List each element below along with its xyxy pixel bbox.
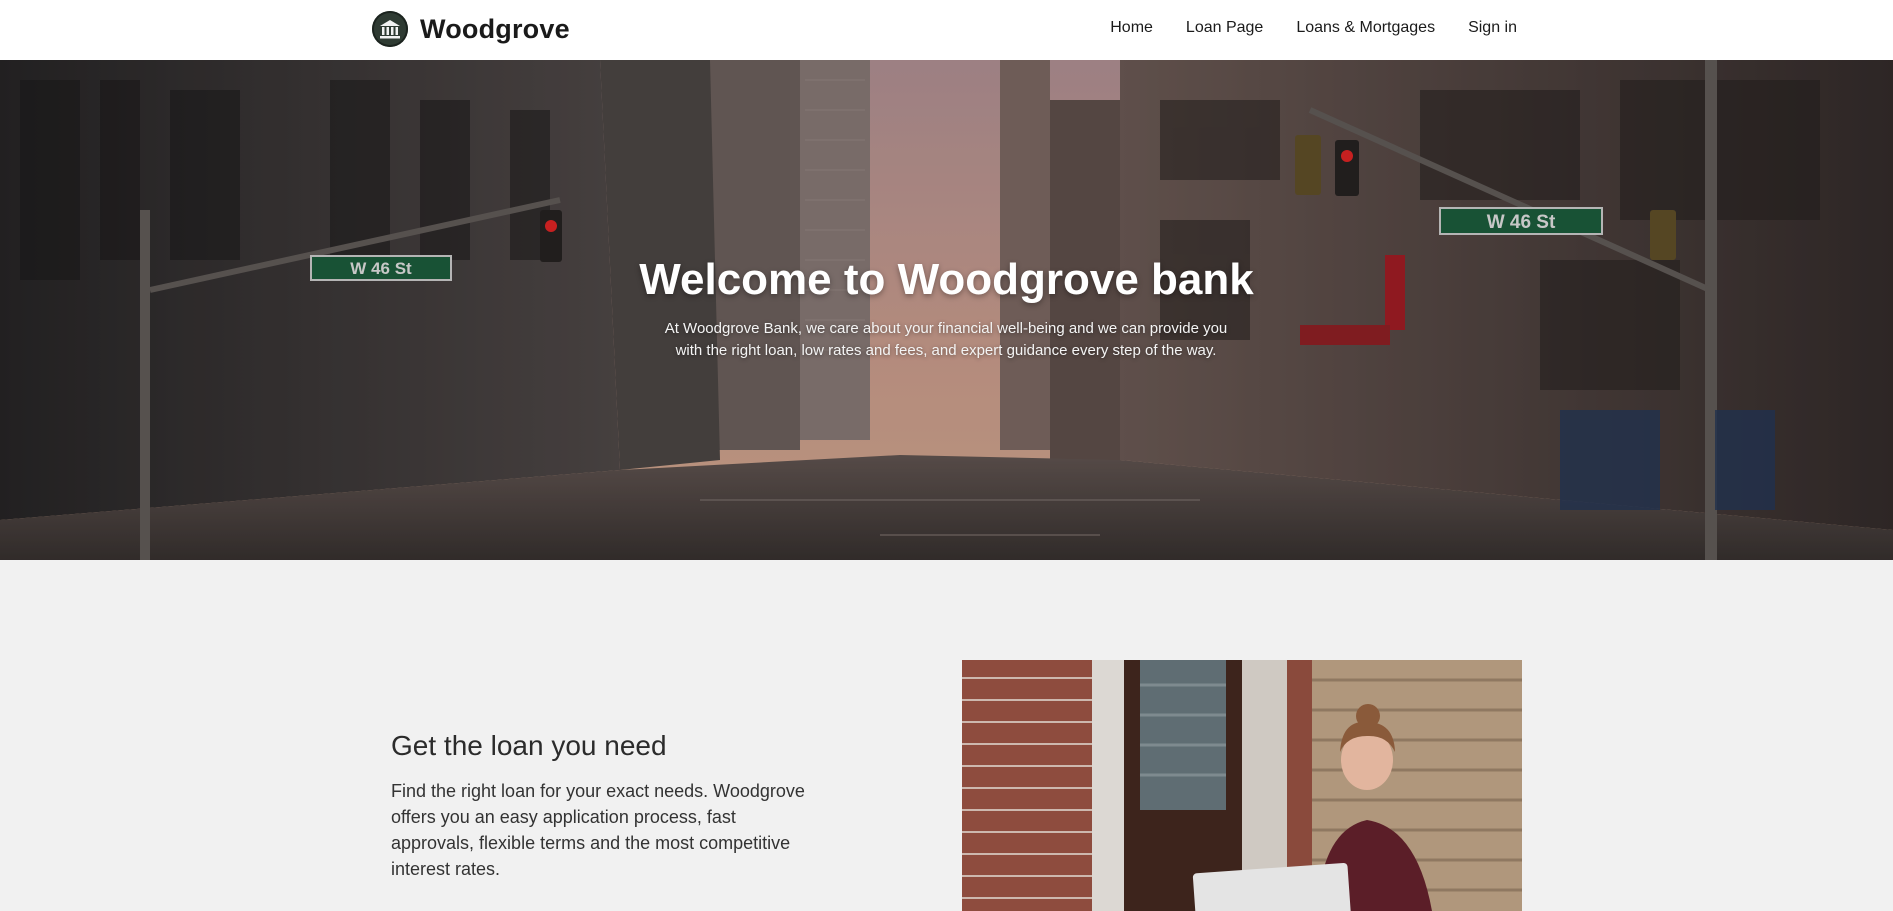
loan-description: Find the right loan for your exact needs… bbox=[391, 781, 805, 879]
site-header: Woodgrove Home Loan Page Loans & Mortgag… bbox=[0, 0, 1893, 61]
brand-name: Woodgrove bbox=[420, 13, 570, 44]
nav-loan-page-link[interactable]: Loan Page bbox=[1186, 19, 1263, 37]
logo-home-link[interactable]: Woodgrove bbox=[372, 8, 570, 50]
nav-sign-in-link[interactable]: Sign in bbox=[1468, 19, 1517, 37]
loan-section: Get the loan you need Find the right loa… bbox=[0, 560, 1893, 911]
bank-building-icon bbox=[372, 11, 408, 47]
main-nav: Home Loan Page Loans & Mortgages Sign in bbox=[1110, 0, 1517, 56]
hero-title: Welcome to Woodgrove bank bbox=[639, 255, 1254, 304]
city-street-image: W 46 St W 46 St bbox=[0, 60, 1893, 560]
woman-laptop-photo bbox=[962, 660, 1522, 911]
loan-heading: Get the loan you need bbox=[391, 730, 667, 761]
nav-home-link[interactable]: Home bbox=[1110, 19, 1153, 37]
nav-loans-mortgages-link[interactable]: Loans & Mortgages bbox=[1296, 19, 1435, 37]
hero-subtitle: At Woodgrove Bank, we care about your fi… bbox=[664, 320, 1228, 359]
hero-banner: W 46 St W 46 St Welcome to Woodgrove ban… bbox=[0, 60, 1893, 560]
